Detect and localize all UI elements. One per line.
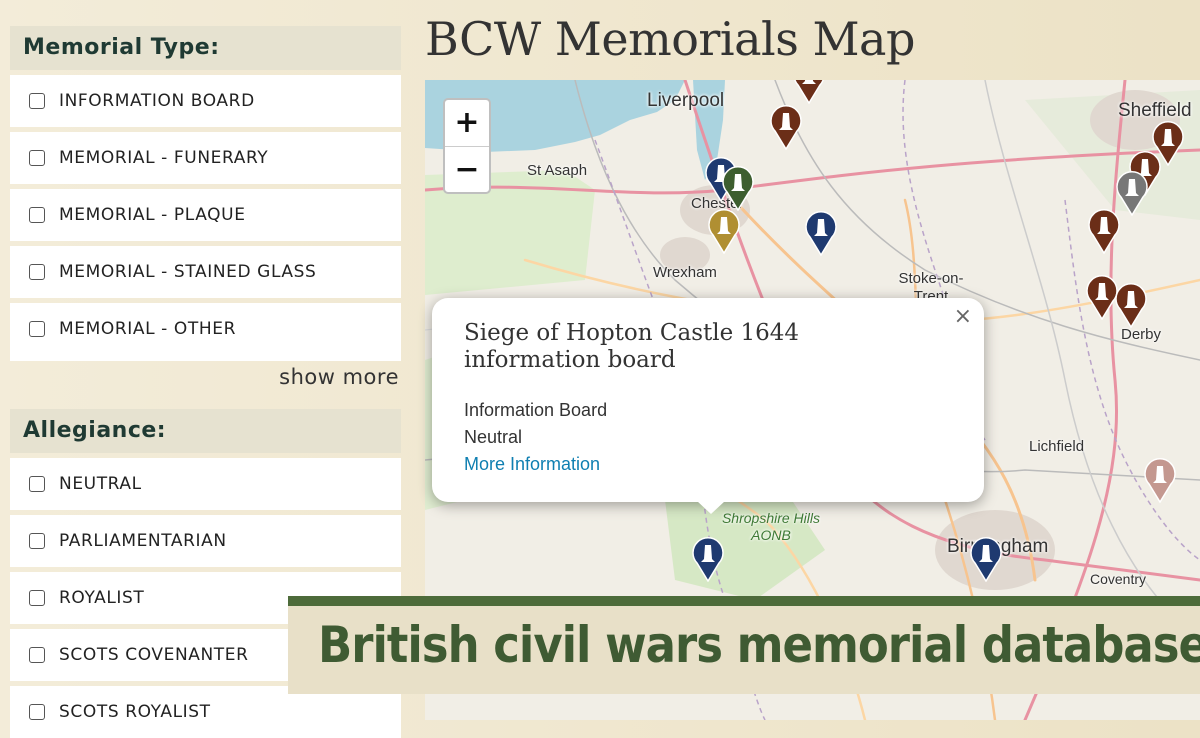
filter-memorial-other[interactable]: MEMORIAL - OTHER (10, 303, 401, 355)
memorial-marker-parliamentarian[interactable] (721, 165, 755, 211)
option-label: NEUTRAL (59, 474, 142, 494)
memorial-marker-royalist[interactable] (1087, 208, 1121, 254)
memorial-marker-royalist[interactable] (769, 104, 803, 150)
option-label: SCOTS ROYALIST (59, 702, 211, 722)
checkbox-icon[interactable] (29, 93, 45, 109)
allegiance-heading: Allegiance: (10, 409, 401, 453)
popup-memorial-type: Information Board (464, 400, 608, 420)
filter-memorial-plaque[interactable]: MEMORIAL - PLAQUE (10, 189, 401, 241)
place-label: Coventry (1090, 571, 1147, 587)
option-label: INFORMATION BOARD (59, 91, 255, 111)
database-banner: British civil wars memorial database (288, 596, 1200, 694)
memorial-marker-royalist[interactable] (1114, 282, 1148, 328)
more-information-link[interactable]: More Information (464, 454, 600, 475)
zoom-in-button[interactable]: + (445, 100, 489, 147)
memorial-popup: Siege of Hopton Castle 1644 information … (432, 298, 984, 514)
popup-allegiance: Neutral (464, 427, 523, 447)
memorial-marker-pink[interactable] (1143, 457, 1177, 503)
place-label: Liverpool (647, 90, 725, 111)
show-more-link[interactable]: show more (10, 355, 401, 409)
checkbox-icon[interactable] (29, 264, 45, 280)
place-label: Sheffield (1118, 100, 1192, 121)
place-label: Wrexham (653, 264, 717, 281)
checkbox-icon[interactable] (29, 533, 45, 549)
popup-title: Siege of Hopton Castle 1644 information … (464, 320, 800, 373)
memorial-type-heading: Memorial Type: (10, 26, 401, 70)
banner-text: British civil wars memorial database (318, 616, 1200, 674)
option-label: SCOTS COVENANTER (59, 645, 249, 665)
filter-information-board[interactable]: INFORMATION BOARD (10, 75, 401, 127)
checkbox-icon[interactable] (29, 150, 45, 166)
filter-memorial-stained-glass[interactable]: MEMORIAL - STAINED GLASS (10, 246, 401, 298)
checkbox-icon[interactable] (29, 321, 45, 337)
option-label: MEMORIAL - FUNERARY (59, 148, 269, 168)
checkbox-icon[interactable] (29, 704, 45, 720)
option-label: PARLIAMENTARIAN (59, 531, 227, 551)
memorial-marker-neutral[interactable] (804, 210, 838, 256)
filter-neutral[interactable]: NEUTRAL (10, 458, 401, 510)
place-label: St Asaph (527, 162, 588, 179)
checkbox-icon[interactable] (29, 207, 45, 223)
checkbox-icon[interactable] (29, 647, 45, 663)
zoom-control: + − (443, 98, 491, 194)
checkbox-icon[interactable] (29, 476, 45, 492)
place-label: Lichfield (1029, 438, 1085, 455)
close-icon[interactable]: × (954, 304, 972, 329)
option-label: ROYALIST (59, 588, 145, 608)
page-title: BCW Memorials Map (425, 12, 915, 66)
checkbox-icon[interactable] (29, 590, 45, 606)
memorial-marker-royalist[interactable] (792, 80, 826, 104)
filter-parliamentarian[interactable]: PARLIAMENTARIAN (10, 515, 401, 567)
place-label: Shropshire Hills AONB (721, 510, 821, 543)
memorial-marker-other[interactable] (707, 208, 741, 254)
option-label: MEMORIAL - OTHER (59, 319, 237, 339)
zoom-out-button[interactable]: − (445, 147, 489, 193)
memorial-marker-neutral-hopton[interactable] (691, 536, 725, 582)
option-label: MEMORIAL - PLAQUE (59, 205, 246, 225)
filter-memorial-funerary[interactable]: MEMORIAL - FUNERARY (10, 132, 401, 184)
option-label: MEMORIAL - STAINED GLASS (59, 262, 317, 282)
memorial-marker-neutral[interactable] (969, 536, 1003, 582)
place-label: Derby (1121, 326, 1162, 343)
